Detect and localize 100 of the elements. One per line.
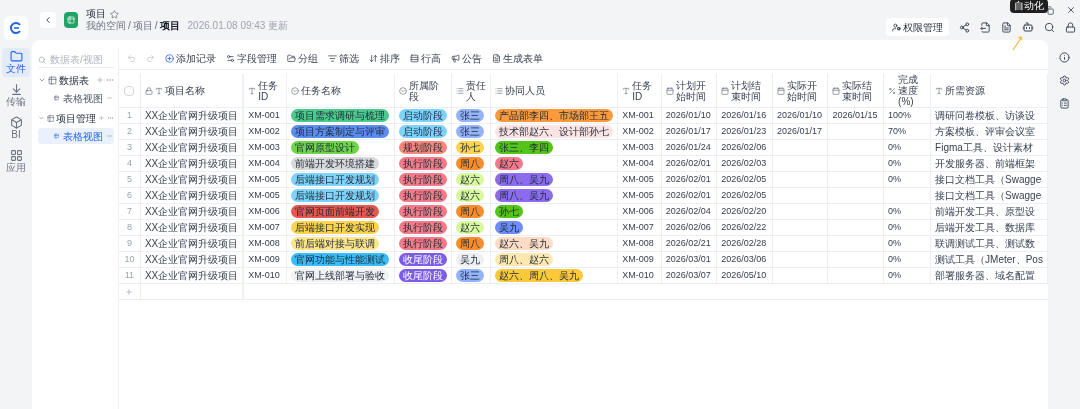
- rail-item[interactable]: 文件: [2, 48, 30, 77]
- table-cell: 2026/01/17: [661, 123, 717, 140]
- task-tag: 前后端对接与联调: [291, 237, 380, 250]
- app-logo[interactable]: [4, 16, 28, 40]
- add-icon[interactable]: [96, 76, 104, 84]
- rail-item[interactable]: 应用: [2, 147, 30, 176]
- table-cell: 0%: [883, 155, 931, 172]
- add-row-icon[interactable]: [125, 288, 134, 297]
- text-field-icon: [248, 86, 257, 95]
- column-header[interactable]: 协同人员: [505, 85, 546, 96]
- rail-item[interactable]: BI: [2, 114, 30, 143]
- toolbar-button[interactable]: 排序: [369, 51, 400, 66]
- stage-tag: 执行阶段: [398, 221, 447, 234]
- toolbar-button[interactable]: 公告: [451, 51, 482, 66]
- column-header[interactable]: 任务ID: [258, 79, 283, 102]
- chevron-icon[interactable]: [38, 114, 45, 122]
- row-number: 5: [119, 171, 141, 188]
- back-button[interactable]: [40, 12, 56, 28]
- breadcrumb-link[interactable]: 我的空间: [86, 20, 126, 32]
- toolbar-button[interactable]: 行高: [410, 51, 441, 66]
- stage-tag: 启动阶段: [398, 109, 447, 122]
- rail-icon: [9, 116, 23, 129]
- primary-field-icon: [154, 86, 163, 95]
- table-cell: 2026/02/06: [716, 139, 773, 156]
- table-cell: 2026/03/06: [716, 251, 773, 268]
- column-header[interactable]: 完成速度(%): [898, 74, 927, 107]
- search-icon[interactable]: [1044, 21, 1055, 33]
- column-header[interactable]: 任务ID: [632, 79, 657, 102]
- row-number: 4: [119, 155, 141, 172]
- task-tag: 项目需求调研与梳理: [291, 109, 390, 122]
- redo-icon[interactable]: [146, 54, 155, 63]
- rail-label: 应用: [6, 162, 26, 174]
- more-icon[interactable]: [106, 76, 114, 84]
- tree-label: 表格视图: [63, 129, 103, 144]
- search-field[interactable]: 数据表/视图: [38, 52, 114, 68]
- tree-group[interactable]: 项目管理: [38, 110, 114, 126]
- column-header[interactable]: 实际结束时间: [842, 79, 880, 102]
- close-icon[interactable]: [1066, 5, 1076, 15]
- more-icon[interactable]: [107, 94, 112, 102]
- chevron-icon[interactable]: [38, 76, 46, 84]
- row-number: 10: [119, 251, 141, 268]
- table-cell: 2026/01/24: [661, 139, 717, 156]
- add-icon[interactable]: [98, 114, 106, 122]
- toolbar-button[interactable]: 筛选: [328, 51, 359, 66]
- breadcrumb-link[interactable]: 项目: [159, 20, 180, 32]
- star-icon[interactable]: [110, 9, 119, 19]
- rail-icon: [9, 149, 23, 162]
- settings-icon[interactable]: [1058, 75, 1070, 86]
- column-header[interactable]: 实际开始时间: [786, 79, 824, 102]
- info-icon[interactable]: [1058, 52, 1070, 63]
- toolbar-button[interactable]: 生成表单: [492, 51, 543, 66]
- person-tag: 张三: [455, 269, 484, 282]
- table-cell: XX企业官网升级项目: [140, 235, 244, 252]
- lock-icon[interactable]: [1065, 21, 1076, 33]
- table-cell: XX企业官网升级项目: [140, 203, 244, 220]
- table-icon: [46, 113, 55, 123]
- toolbar-button[interactable]: 分组: [287, 51, 318, 66]
- table-cell: 2026/01/10: [661, 107, 717, 124]
- date-field-icon: [721, 86, 730, 95]
- share-icon[interactable]: [959, 21, 970, 33]
- search-input[interactable]: 数据表/视图: [50, 52, 110, 67]
- select-all-checkbox[interactable]: [124, 86, 135, 97]
- column-header[interactable]: 项目名称: [164, 85, 205, 96]
- table-cell: 2026/02/20: [716, 203, 773, 220]
- toolbar-button[interactable]: 字段管理: [226, 51, 277, 66]
- column-header[interactable]: 任务名称: [301, 85, 342, 96]
- table-cell: 前端开发工具、原型设: [930, 203, 1048, 220]
- column-header[interactable]: 所需资源: [945, 85, 986, 96]
- robot-icon[interactable]: [1022, 21, 1034, 33]
- row-number: 2: [119, 123, 141, 140]
- breadcrumb-link[interactable]: 项目: [132, 20, 153, 32]
- person-tag: 赵六: [455, 189, 484, 202]
- column-header[interactable]: 所属阶段: [408, 79, 447, 102]
- restore-window-icon[interactable]: [1045, 5, 1054, 15]
- column-header[interactable]: 责任人: [465, 79, 487, 102]
- export-icon[interactable]: [980, 21, 991, 33]
- document-icon[interactable]: [1001, 21, 1012, 33]
- rail-item[interactable]: 传输: [2, 81, 30, 110]
- document-title: 项目: [86, 8, 106, 20]
- tree-item[interactable]: 表格视图: [38, 90, 114, 106]
- tree-item[interactable]: 表格视图: [38, 128, 114, 144]
- table-cell: XM-009: [243, 251, 287, 268]
- search-icon: [38, 55, 46, 64]
- clipboard-icon[interactable]: [1058, 98, 1070, 109]
- person-tag: 周八: [455, 205, 484, 218]
- more-icon[interactable]: [107, 114, 114, 122]
- table-cell: 接口文档工具（Swagge: [930, 171, 1048, 188]
- toolbar-button[interactable]: 添加记录: [165, 51, 216, 66]
- undo-icon[interactable]: [127, 54, 136, 63]
- more-icon[interactable]: [107, 132, 112, 140]
- column-header[interactable]: 计划结束时间: [731, 79, 768, 102]
- column-header[interactable]: 计划开始时间: [675, 79, 713, 102]
- tree-group[interactable]: 数据表: [38, 72, 114, 88]
- row-number: 8: [119, 219, 141, 236]
- permission-button[interactable]: 权限管理: [886, 18, 949, 36]
- table-cell: 2026/01/10: [772, 107, 828, 124]
- table-cell: XM-005: [617, 187, 662, 204]
- table-cell: 部署服务器、域名配置: [930, 267, 1048, 284]
- table-cell: 2026/01/23: [716, 123, 773, 140]
- stage-tag: 执行阶段: [398, 189, 447, 202]
